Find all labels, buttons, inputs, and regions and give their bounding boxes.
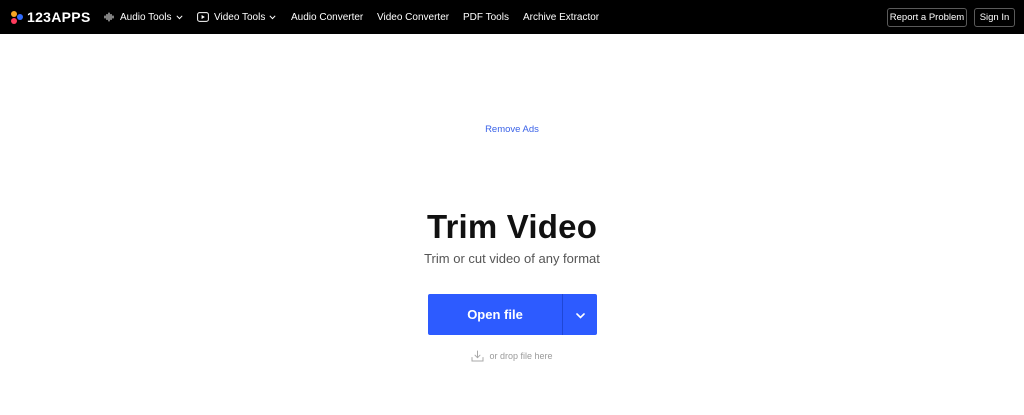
chevron-down-icon — [269, 14, 276, 20]
nav-audio-tools-label: Audio Tools — [120, 11, 172, 23]
page-subtitle: Trim or cut video of any format — [424, 251, 600, 266]
nav-video-converter[interactable]: Video Converter — [377, 0, 449, 34]
open-file-control: Open file — [428, 294, 597, 335]
nav-video-converter-label: Video Converter — [377, 11, 450, 23]
drop-hint-text: or drop file here — [489, 351, 553, 361]
open-file-dropdown-button[interactable] — [563, 294, 597, 335]
nav-archive-extractor-label: Archive Extractor — [523, 11, 600, 23]
nav-pdf-tools[interactable]: PDF Tools — [463, 0, 509, 34]
brand-logo[interactable]: 123APPS — [10, 9, 91, 25]
nav-video-tools-label: Video Tools — [214, 11, 266, 23]
logo-dots-icon — [10, 10, 24, 24]
chevron-down-icon — [575, 306, 585, 324]
page-title: Trim Video — [426, 208, 598, 245]
drop-zone-hint[interactable]: or drop file here — [0, 350, 1024, 362]
top-navigation-bar: 123APPS Audio Tools Video Tools Audio Co… — [0, 0, 1024, 34]
brand-name: 123APPS — [27, 9, 91, 25]
nav-archive-extractor[interactable]: Archive Extractor — [523, 0, 599, 34]
nav-audio-converter[interactable]: Audio Converter — [291, 0, 363, 34]
report-problem-button[interactable]: Report a Problem — [887, 8, 967, 27]
sign-in-button[interactable]: Sign In — [974, 8, 1015, 27]
remove-ads-link[interactable]: Remove Ads — [0, 124, 1024, 135]
nav-video-tools[interactable]: Video Tools — [197, 0, 276, 34]
nav-audio-converter-label: Audio Converter — [291, 11, 364, 23]
nav-pdf-tools-label: PDF Tools — [463, 11, 509, 23]
audio-wave-icon — [104, 12, 115, 22]
nav-audio-tools[interactable]: Audio Tools — [104, 0, 183, 34]
chevron-down-icon — [175, 14, 183, 20]
open-file-button[interactable]: Open file — [428, 294, 562, 335]
download-tray-icon — [471, 350, 484, 362]
play-icon — [197, 12, 209, 22]
